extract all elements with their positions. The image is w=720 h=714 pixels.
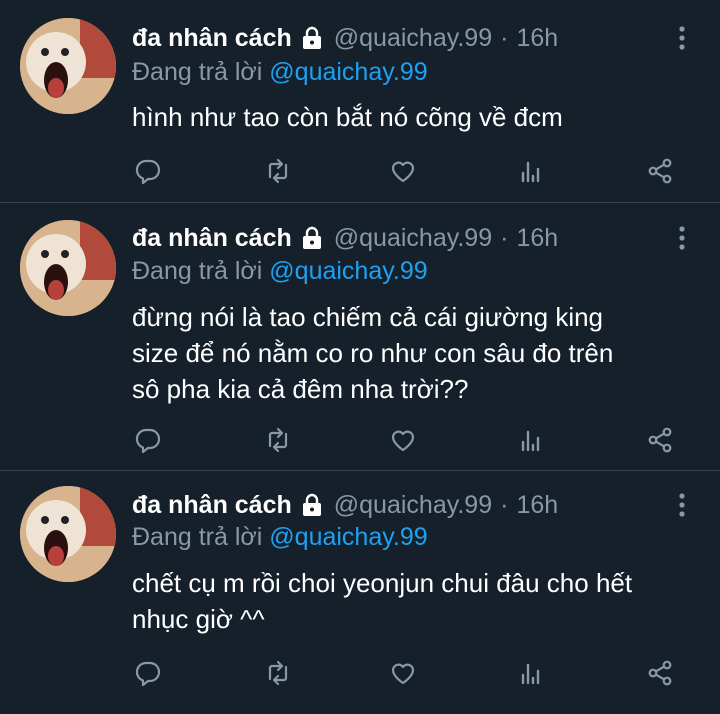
tweet-header: đa nhân cách @quaichay.99 · 16h [132, 20, 558, 56]
handle[interactable]: @quaichay.99 [334, 224, 492, 253]
timestamp[interactable]: 16h [516, 24, 558, 53]
display-name[interactable]: đa nhân cách [132, 24, 292, 53]
reply-prefix: Đang trả lời [132, 257, 270, 285]
timestamp[interactable]: 16h [516, 224, 558, 253]
tweet[interactable]: đa nhân cách @quaichay.99 · 16h Đang trả… [0, 0, 720, 202]
lock-icon [300, 493, 324, 517]
replying-to: Đang trả lời @quaichay.99 [132, 523, 428, 552]
tweet-header: đa nhân cách @quaichay.99 · 16h [132, 487, 558, 523]
share-icon[interactable] [645, 156, 675, 186]
handle[interactable]: @quaichay.99 [334, 491, 492, 520]
retweet-icon[interactable] [263, 425, 293, 455]
heart-icon[interactable] [388, 425, 418, 455]
display-name[interactable]: đa nhân cách [132, 224, 292, 253]
avatar[interactable] [20, 486, 116, 582]
reply-mention[interactable]: @quaichay.99 [269, 58, 427, 86]
tweet-text-line: chết cụ m rồi choi yeonjun chui đâu cho … [132, 568, 633, 598]
reply-icon[interactable] [133, 156, 163, 186]
separator: · [500, 223, 509, 252]
tweet-text: đừng nói là tao chiếm cả cái giường king… [132, 299, 702, 407]
reply-prefix: Đang trả lời [132, 58, 270, 86]
tweet-text-line: hình như tao còn bắt nó cõng về đcm [132, 102, 563, 132]
replying-to: Đang trả lời @quaichay.99 [132, 257, 428, 286]
replying-to: Đang trả lời @quaichay.99 [132, 58, 428, 87]
tweet[interactable]: đa nhân cách @quaichay.99 · 16h Đang trả… [0, 471, 720, 714]
analytics-icon[interactable] [516, 658, 546, 688]
tweet-actions [0, 425, 720, 455]
more-vertical-icon[interactable] [678, 493, 686, 517]
analytics-icon[interactable] [516, 425, 546, 455]
tweet-text-line: đừng nói là tao chiếm cả cái giường king [132, 302, 604, 332]
share-icon[interactable] [645, 425, 675, 455]
heart-icon[interactable] [388, 658, 418, 688]
reply-icon[interactable] [133, 658, 163, 688]
retweet-icon[interactable] [263, 658, 293, 688]
separator: · [500, 490, 509, 519]
separator: · [500, 23, 509, 52]
tweet-header: đa nhân cách @quaichay.99 · 16h [132, 220, 558, 256]
avatar[interactable] [20, 18, 116, 114]
retweet-icon[interactable] [263, 156, 293, 186]
tweet-text: chết cụ m rồi choi yeonjun chui đâu cho … [132, 565, 702, 637]
timestamp[interactable]: 16h [516, 491, 558, 520]
lock-icon [300, 26, 324, 50]
tweet-actions [0, 658, 720, 688]
analytics-icon[interactable] [516, 156, 546, 186]
tweet-text-line: nhục giờ ^^ [132, 604, 265, 634]
tweet-text-line: size để nó nằm co ro như con sâu đo trên [132, 338, 614, 368]
reply-mention[interactable]: @quaichay.99 [269, 257, 427, 285]
tweet-text-line: sô pha kia cả đêm nha trời?? [132, 374, 469, 404]
tweet-actions [0, 156, 720, 186]
display-name[interactable]: đa nhân cách [132, 491, 292, 520]
reply-prefix: Đang trả lời [132, 523, 270, 551]
more-vertical-icon[interactable] [678, 226, 686, 250]
reply-icon[interactable] [133, 425, 163, 455]
tweet[interactable]: đa nhân cách @quaichay.99 · 16h Đang trả… [0, 203, 720, 470]
avatar[interactable] [20, 220, 116, 316]
tweet-text: hình như tao còn bắt nó cõng về đcm [132, 99, 702, 135]
lock-icon [300, 226, 324, 250]
handle[interactable]: @quaichay.99 [334, 24, 492, 53]
share-icon[interactable] [645, 658, 675, 688]
reply-mention[interactable]: @quaichay.99 [269, 523, 427, 551]
more-vertical-icon[interactable] [678, 26, 686, 50]
heart-icon[interactable] [388, 156, 418, 186]
